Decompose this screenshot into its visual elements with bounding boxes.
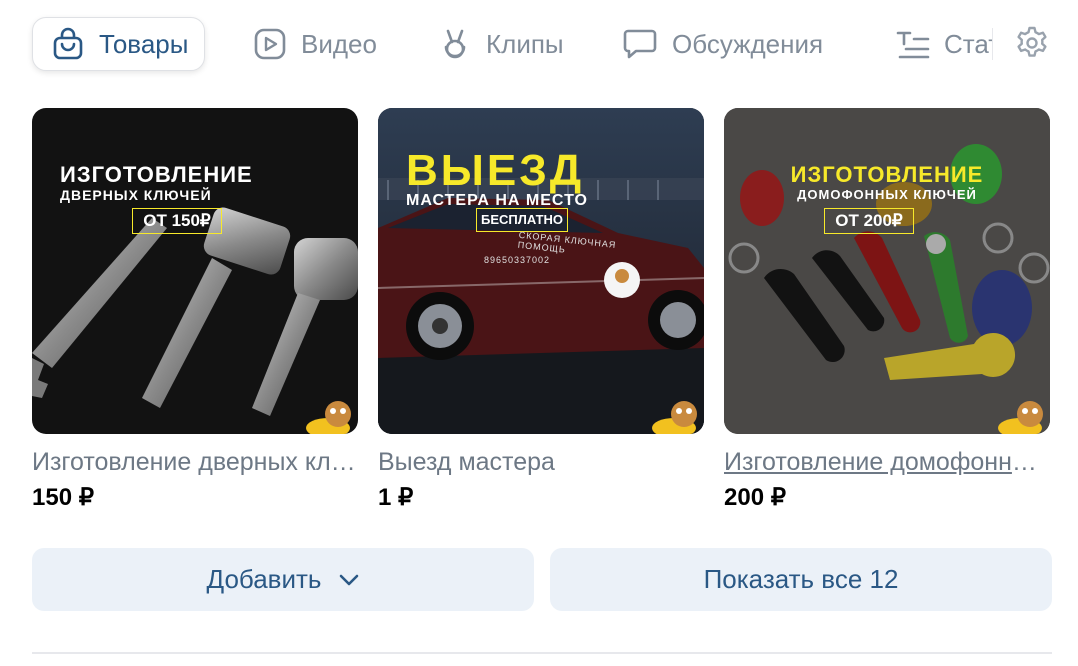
add-button[interactable]: Добавить [32, 548, 534, 611]
product-card: ИЗГОТОВЛЕНИЕ ДОМОФОННЫХ КЛЮЧЕЙ ОТ 200₽ И… [724, 108, 1050, 512]
gear-icon [1014, 25, 1050, 66]
tab-goods-label: Товары [99, 28, 189, 59]
overlay-price-box: ОТ 200₽ [824, 208, 914, 234]
overlay-line2: ДОМОФОННЫХ КЛЮЧЕЙ [797, 187, 977, 202]
overlay-price-box: ОТ 150₽ [132, 208, 222, 234]
product-title[interactable]: Изготовление домофонных ключей [724, 448, 1050, 477]
show-all-button[interactable]: Показать все 12 [550, 548, 1052, 611]
intercom-keys-illustration [724, 108, 1050, 434]
video-play-icon [253, 27, 287, 61]
overlay-line1: ВЫЕЗД [406, 146, 585, 195]
product-title[interactable]: Изготовление дверных ключей [32, 448, 358, 477]
tabs-divider [992, 28, 993, 60]
tab-video[interactable]: Видео [253, 17, 377, 71]
tab-articles-clip: Статьи [896, 17, 992, 71]
product-image-intercom-keys[interactable]: ИЗГОТОВЛЕНИЕ ДОМОФОННЫХ КЛЮЧЕЙ ОТ 200₽ [724, 108, 1050, 434]
clips-icon [438, 27, 472, 61]
tab-articles-label: Статьи [944, 28, 992, 59]
shopping-bag-icon [51, 27, 85, 61]
tab-discussions[interactable]: Обсуждения [622, 17, 823, 71]
chevron-down-icon [339, 574, 359, 586]
tab-clips[interactable]: Клипы [438, 17, 564, 71]
product-card: ВЫЕЗД МАСТЕРА НА МЕСТО БЕСПЛАТНО СКОРАЯ … [378, 108, 704, 512]
product-image-door-keys[interactable]: ИЗГОТОВЛЕНИЕ ДВЕРНЫХ КЛЮЧЕЙ ОТ 150₽ [32, 108, 358, 434]
tab-discussions-label: Обсуждения [672, 28, 824, 59]
product-title[interactable]: Выезд мастера [378, 448, 704, 477]
show-all-button-label: Показать все 12 [703, 564, 899, 594]
tab-video-label: Видео [301, 28, 377, 59]
product-price: 200 ₽ [724, 484, 786, 511]
settings-button[interactable] [1012, 25, 1052, 65]
car-phone-text: 89650337002 [484, 255, 551, 265]
articles-icon [896, 27, 930, 61]
discussion-bubble-icon [622, 27, 658, 61]
section-divider [32, 652, 1052, 654]
product-image-master-visit[interactable]: ВЫЕЗД МАСТЕРА НА МЕСТО БЕСПЛАТНО СКОРАЯ … [378, 108, 704, 434]
product-price: 150 ₽ [32, 484, 94, 511]
tab-clips-label: Клипы [486, 28, 564, 59]
product-card: ИЗГОТОВЛЕНИЕ ДВЕРНЫХ КЛЮЧЕЙ ОТ 150₽ Изго… [32, 108, 358, 512]
overlay-free-box: БЕСПЛАТНО [476, 208, 568, 232]
section-tabs: Товары Видео Клипы Обсуждения Ста [0, 0, 1078, 90]
product-price: 1 ₽ [378, 484, 414, 511]
add-button-label: Добавить [206, 564, 322, 594]
overlay-line1: ИЗГОТОВЛЕНИЕ [790, 162, 984, 187]
tab-articles[interactable]: Статьи [896, 17, 992, 71]
door-keys-illustration [32, 207, 358, 434]
overlay-line2: ДВЕРНЫХ КЛЮЧЕЙ [60, 187, 212, 203]
tab-goods[interactable]: Товары [32, 17, 206, 71]
overlay-line1: ИЗГОТОВЛЕНИЕ [60, 162, 253, 187]
